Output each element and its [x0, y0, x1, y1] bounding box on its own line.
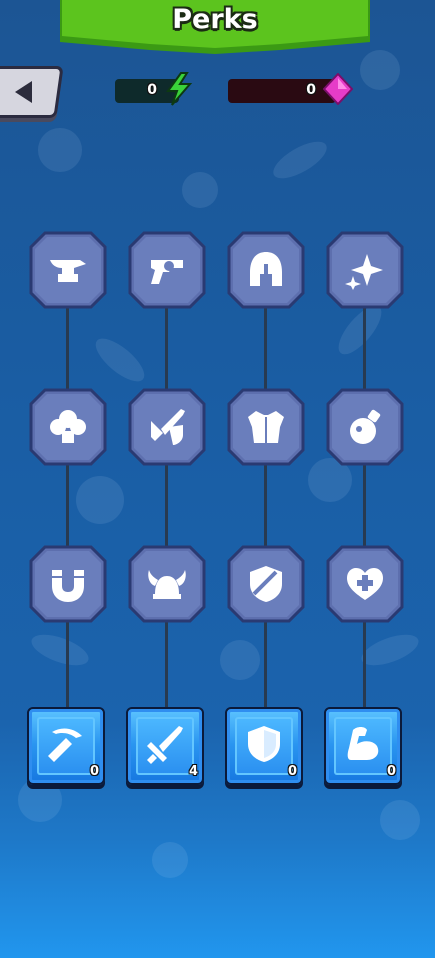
revolver-icon [151, 260, 183, 284]
lightning-bolt-icon [166, 72, 193, 106]
pickaxe-icon [48, 728, 82, 762]
sword-shield-icon [151, 409, 185, 445]
spartan-helmet-icon [250, 252, 282, 286]
perk-column-line [165, 270, 168, 725]
pink-gem-icon [323, 73, 353, 105]
stat-shield[interactable]: 0 [225, 707, 305, 787]
armor-icon [248, 411, 284, 443]
back-button[interactable] [0, 66, 64, 118]
perk-slot-heart[interactable] [326, 545, 404, 623]
perk-slot-sword-shield[interactable] [128, 388, 206, 466]
perk-slot-magnet[interactable] [29, 545, 107, 623]
title-banner: Perks [60, 0, 370, 54]
stat-sword[interactable]: 4 [126, 707, 206, 787]
perk-slot-armor[interactable] [227, 388, 305, 466]
perk-column-line [66, 270, 69, 725]
cloud-icon [50, 410, 86, 443]
stat-strength[interactable]: 0 [324, 707, 404, 787]
perk-slot-sparkle[interactable] [326, 231, 404, 309]
perk-column-line [363, 270, 366, 725]
back-arrow-icon [14, 81, 32, 103]
perk-slot-cloud[interactable] [29, 388, 107, 466]
stat-count: 0 [386, 764, 396, 779]
flexed-arm-icon [347, 727, 379, 760]
heart-plus-icon [347, 568, 383, 600]
viking-helmet-icon [148, 570, 186, 599]
perk-slot-revolver[interactable] [128, 231, 206, 309]
anvil-icon [50, 260, 86, 282]
shield-sword-icon [250, 566, 282, 602]
magnet-icon [52, 570, 84, 602]
perk-slot-potion[interactable] [326, 388, 404, 466]
energy-value: 0 [147, 82, 157, 98]
perk-slot-helmet[interactable] [227, 231, 305, 309]
stat-count: 0 [287, 764, 297, 779]
stat-count: 4 [188, 764, 198, 779]
gem-counter: 0 [228, 79, 336, 103]
gem-value: 0 [306, 82, 316, 98]
perk-slot-anvil[interactable] [29, 231, 107, 309]
perk-slot-shield-sword[interactable] [227, 545, 305, 623]
sword-icon [147, 726, 183, 764]
perk-column-line [264, 270, 267, 725]
potion-icon [350, 409, 381, 444]
perk-slot-viking[interactable] [128, 545, 206, 623]
page-title: Perks [172, 4, 258, 35]
shield-icon [248, 726, 280, 762]
sparkle-icon [345, 254, 383, 290]
stat-count: 0 [89, 764, 99, 779]
stat-pickaxe[interactable]: 0 [27, 707, 107, 787]
